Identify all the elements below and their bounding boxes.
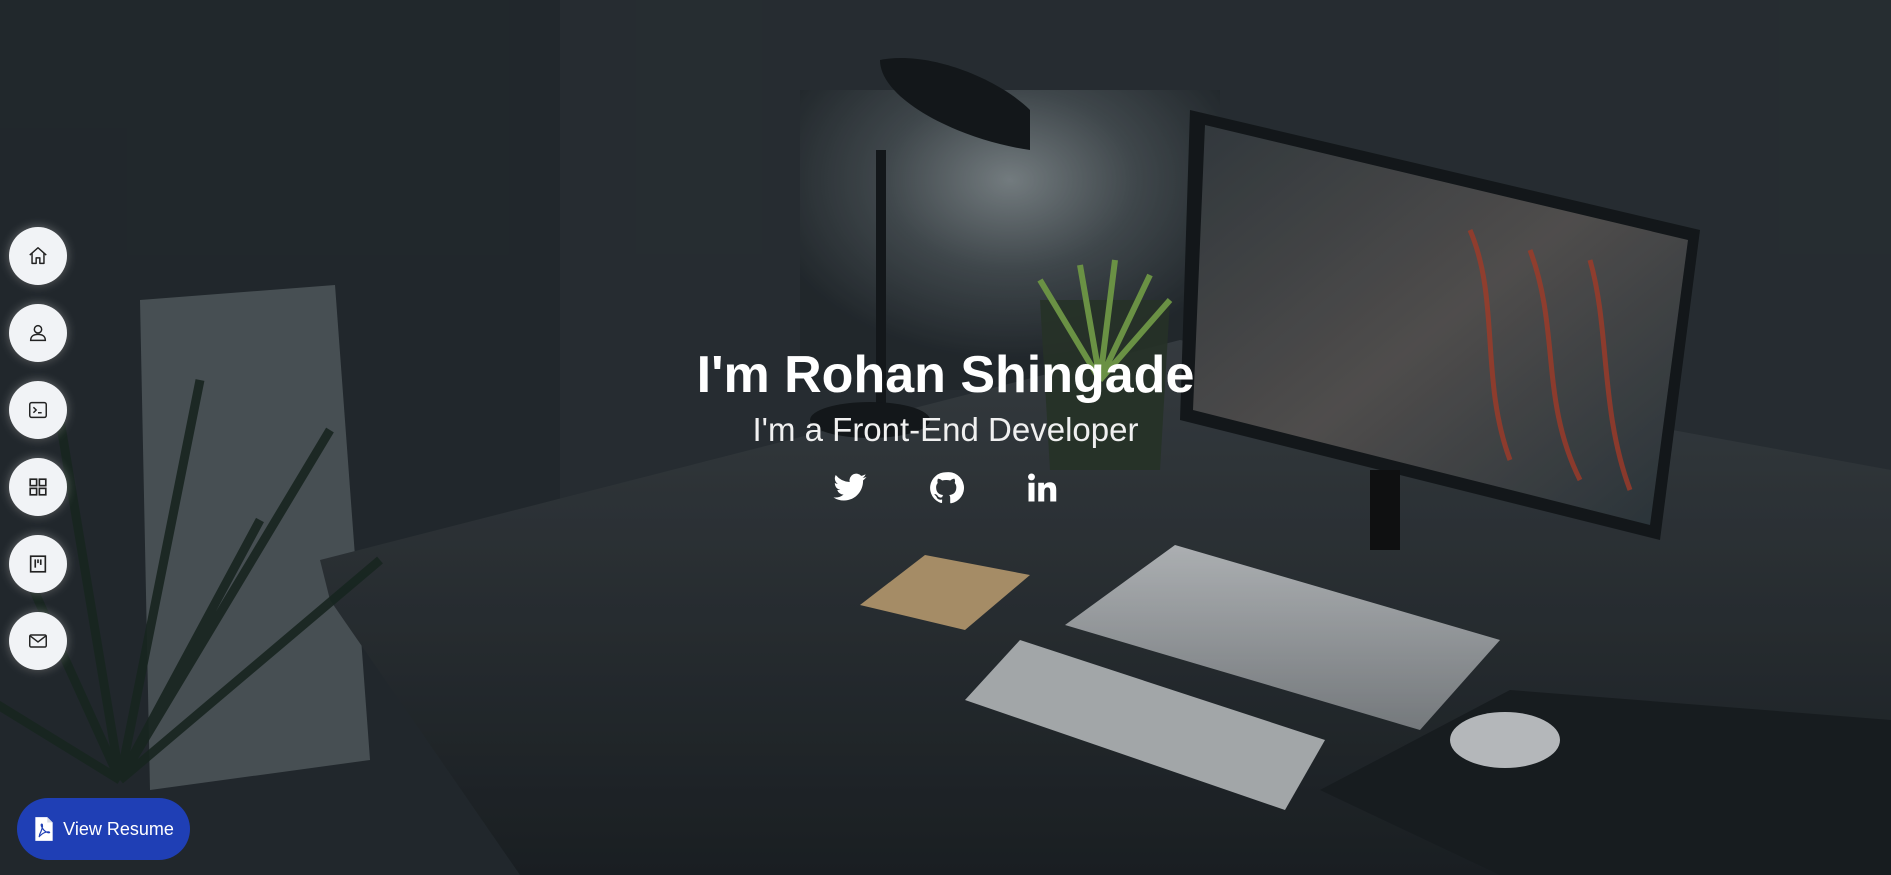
- linkedin-icon: [1027, 473, 1056, 502]
- github-link[interactable]: [927, 469, 965, 507]
- nav-contact-button[interactable]: [9, 612, 67, 670]
- pdf-icon: [35, 817, 53, 841]
- view-resume-button[interactable]: View Resume: [17, 798, 190, 860]
- mail-icon: [29, 634, 47, 648]
- social-links: [0, 469, 1891, 507]
- nav-home-button[interactable]: [9, 227, 67, 285]
- nav-experience-button[interactable]: [9, 535, 67, 593]
- github-icon: [929, 472, 964, 504]
- user-icon: [29, 324, 47, 342]
- page-subtitle: I'm a Front-End Developer: [752, 411, 1139, 448]
- hero-section: I'm Rohan Shingade I'm a Front-End Devel…: [0, 0, 1891, 875]
- linkedin-link[interactable]: [1023, 469, 1061, 507]
- twitter-link[interactable]: [831, 469, 869, 507]
- twitter-icon: [833, 473, 866, 501]
- intro-block: I'm Rohan Shingade I'm a Front-End Devel…: [0, 345, 1891, 507]
- view-resume-label: View Resume: [63, 818, 174, 839]
- page-title: I'm Rohan Shingade: [696, 346, 1195, 404]
- kanban-icon: [29, 555, 47, 573]
- home-icon: [29, 247, 47, 265]
